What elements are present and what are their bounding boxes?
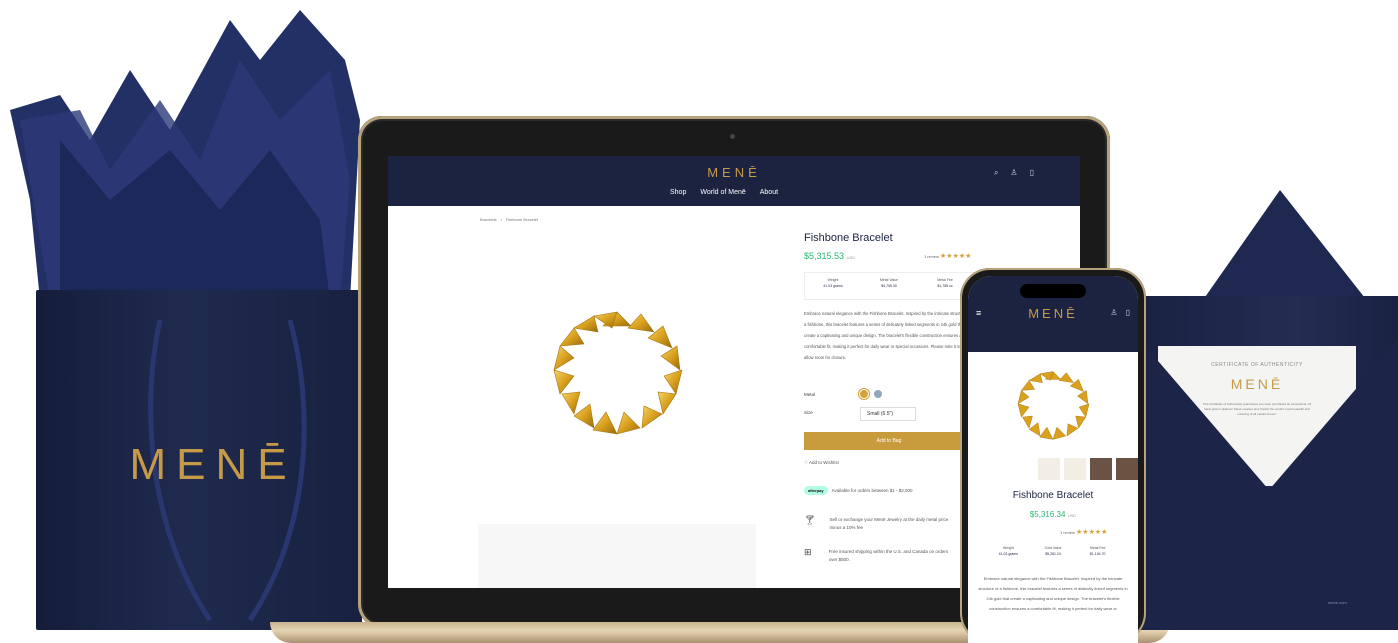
rating-stars: ★★★★★ — [1076, 529, 1108, 536]
spec-label: Metal Value — [879, 278, 899, 282]
price-currency: USD — [1067, 513, 1077, 518]
spec-value: $5,281.24 — [1045, 552, 1061, 556]
envelope-pocket — [1140, 340, 1398, 630]
perk-shipping: ⊞ Free insured shipping within the U.S. … — [804, 548, 954, 564]
perk-sell-exchange: 🍸︎ Sell or exchange your Menē Jewelry at… — [804, 516, 954, 532]
size-select[interactable]: Small (6.5") — [860, 407, 916, 421]
account-icon[interactable]: ♙ — [1010, 168, 1017, 178]
thumbnail[interactable] — [1090, 458, 1112, 480]
bracelet-image — [1017, 371, 1090, 440]
spec-value: $1,104.70 — [1089, 552, 1106, 556]
nav-shop[interactable]: Shop — [670, 189, 686, 196]
spec-gold-value: Gold Value $5,281.24 — [1031, 546, 1076, 556]
envelope-url: mene.com — [1328, 600, 1347, 605]
spec-value: 41.03 grams — [998, 552, 1019, 556]
phone-spec-box: Weight 41.03 grams Gold Value $5,281.24 … — [986, 546, 1120, 556]
product-title: Fishbone Bracelet — [804, 232, 893, 244]
metal-swatch-gold[interactable] — [860, 390, 868, 398]
spec-weight: Weight 41.03 grams — [986, 546, 1031, 556]
spec-label: Weight — [827, 278, 839, 282]
price-value: $5,315.53 — [804, 251, 845, 261]
breadcrumb: Bracelets / Fishbone Bracelet — [480, 217, 538, 222]
perk-text: Sell or exchange your Menē Jewelry at th… — [829, 517, 949, 530]
product-image[interactable] — [478, 234, 756, 514]
spec-box: Weight 41.03 grams Metal Value $4,795.30… — [804, 272, 974, 300]
site-logo[interactable]: MENĒ — [388, 165, 1080, 180]
breadcrumb-bracelets[interactable]: Bracelets — [480, 217, 497, 222]
metal-label: Metal — [804, 392, 816, 397]
phone-product-price: $5,316.34 USD — [968, 510, 1138, 519]
product-description: Embrace natural elegance with the Fishbo… — [804, 311, 972, 360]
add-to-wishlist-link[interactable]: ♡ Add to Wishlist — [804, 460, 839, 466]
phone-thumbnails — [1038, 458, 1138, 480]
afterpay-text: Available for orders between $1 - $2,000 — [831, 488, 913, 493]
breadcrumb-separator: / — [500, 217, 502, 222]
review-count: 1 review — [1060, 530, 1075, 535]
phone-product-description: Embrace natural elegance with the Fishbo… — [978, 576, 1128, 611]
account-icon[interactable]: ♙ — [1110, 308, 1117, 317]
afterpay-badge[interactable]: afterpay — [804, 486, 828, 495]
thumbnail[interactable] — [1116, 458, 1138, 480]
bag-icon[interactable]: ▯ — [1030, 168, 1034, 178]
gift-icon: ⊞ — [804, 547, 812, 557]
thumbnail[interactable] — [1064, 458, 1086, 480]
nav-about[interactable]: About — [760, 189, 778, 196]
phone-header: ≡ MENĒ ♙ ▯ — [968, 276, 1138, 352]
spec-value: $4,795.30 — [881, 284, 897, 288]
afterpay-row: afterpay Available for orders between $1… — [804, 486, 913, 495]
site-nav: Shop World of Menē About — [670, 189, 778, 196]
add-to-bag-button[interactable]: Add to Bag — [804, 432, 974, 450]
product-image-secondary[interactable] — [478, 524, 756, 588]
spec-weight: Weight 41.03 grams — [805, 273, 861, 299]
tissue-paper — [10, 10, 360, 300]
phone-product-title: Fishbone Bracelet — [1012, 490, 1094, 501]
site-header: MENĒ Shop World of Menē About ⌕ ♙ ▯ — [388, 156, 1080, 206]
spec-value: 41.03 grams — [823, 284, 843, 288]
laptop-camera — [730, 134, 735, 139]
bag-icon[interactable]: ▯ — [1126, 308, 1130, 317]
spec-metal-fee: Metal Fee $1,104.70 — [1075, 546, 1120, 556]
size-label: Size — [804, 410, 813, 415]
bracelet-image — [553, 311, 683, 435]
shopping-bag: MENĒ — [0, 0, 380, 643]
perk-text: Free insured shipping within the U.S. an… — [828, 549, 949, 562]
phone-screen: ≡ MENĒ ♙ ▯ Fishbone Bracelet $5,316.34 U… — [968, 276, 1138, 643]
search-icon[interactable]: ⌕ — [994, 168, 998, 178]
price-currency: USD — [846, 255, 856, 260]
review-count: 1 review — [924, 254, 939, 259]
phone-header-icons: ♙ ▯ — [1110, 308, 1130, 317]
rating-stars: ★★★★★ — [940, 253, 972, 260]
phone-product-image[interactable] — [968, 356, 1138, 456]
spec-label: Gold Value — [1044, 546, 1062, 550]
thumbnail[interactable] — [1038, 458, 1060, 480]
spec-label: Weight — [1002, 546, 1014, 550]
spec-metal-value: Metal Value $4,795.30 — [861, 273, 917, 299]
phone-notch — [1020, 284, 1086, 298]
breadcrumb-current: Fishbone Bracelet — [505, 217, 539, 222]
product-reviews[interactable]: 1 review ★★★★★ — [924, 252, 971, 260]
nav-world-of-mene[interactable]: World of Menē — [700, 189, 745, 196]
product-price: $5,315.53 USD — [804, 251, 855, 261]
header-icons: ⌕ ♙ ▯ — [994, 168, 1034, 178]
phone-reviews[interactable]: 1 review ★★★★★ — [1060, 528, 1107, 536]
price-value: $5,316.34 — [1029, 510, 1066, 519]
spec-label: Metal Fee — [1089, 546, 1106, 550]
martini-icon: 🍸︎ — [804, 515, 816, 525]
bag-logo: MENĒ — [129, 440, 297, 489]
metal-swatch-platinum[interactable] — [874, 390, 882, 398]
